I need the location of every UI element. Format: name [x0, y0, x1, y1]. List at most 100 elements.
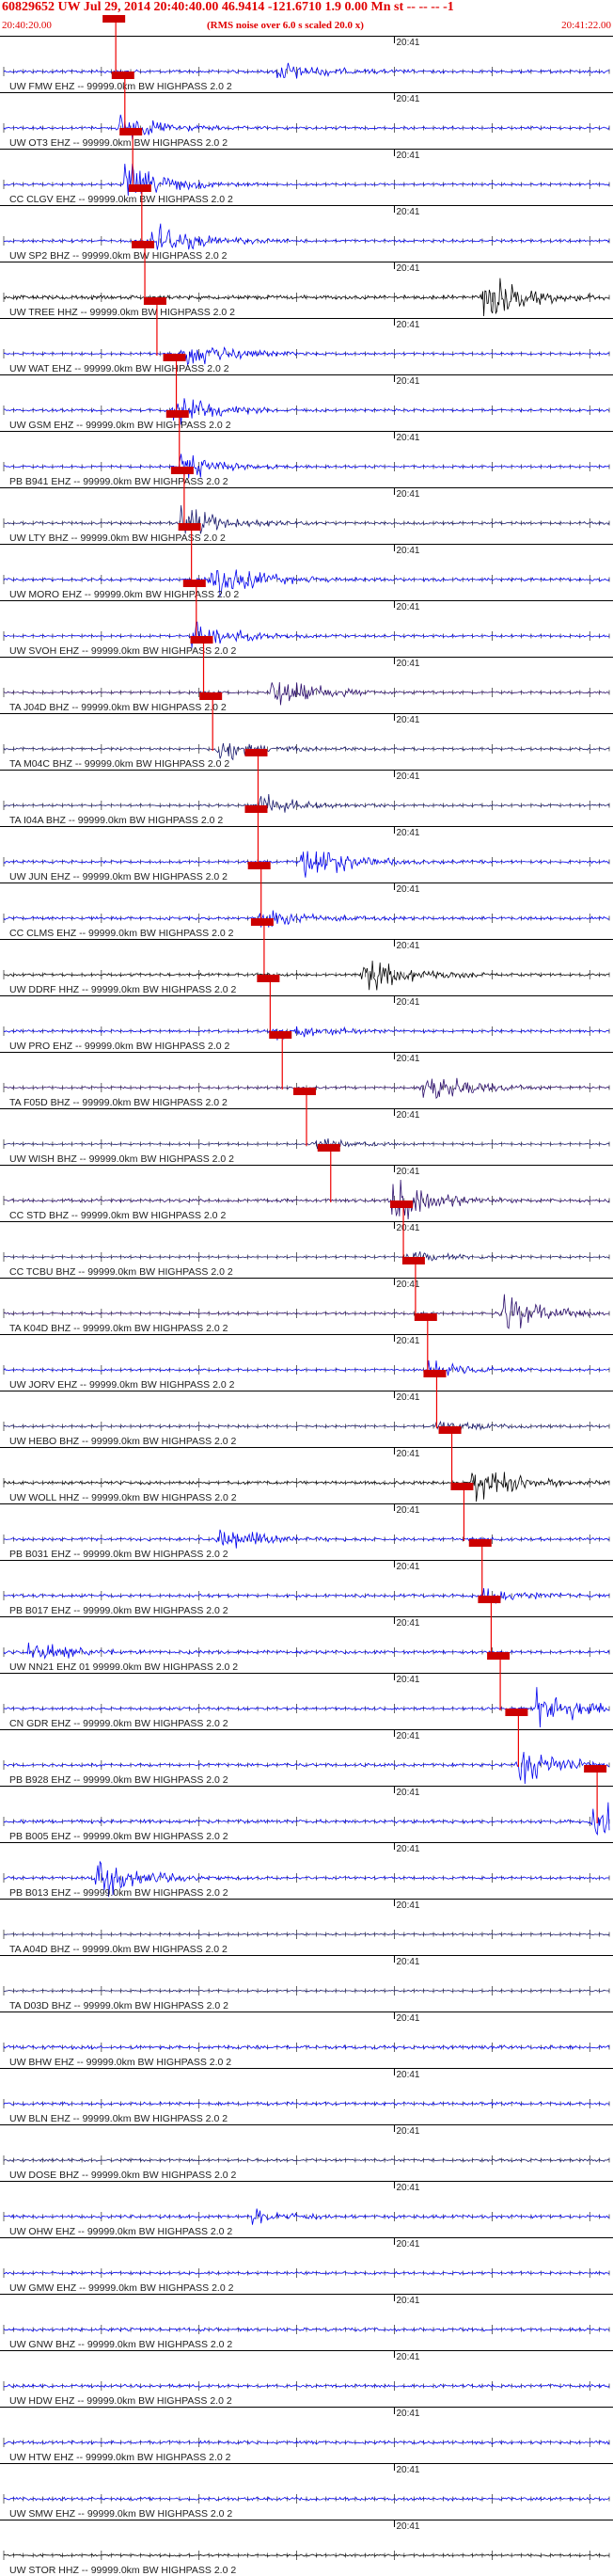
- minute-label: 20:41: [396, 546, 419, 556]
- minute-label: 20:41: [396, 376, 419, 387]
- trace-row: 20:41 UW SMW EHZ -- 99999.0km BW HIGHPASS…: [0, 2463, 613, 2520]
- station-label: PB B941 EHZ -- 99999.0km BW HIGHPASS 2.0…: [9, 476, 228, 487]
- minute-label: 20:41: [396, 151, 419, 161]
- pick-marker: [132, 241, 155, 248]
- station-label: UW PRO EHZ -- 99999.0km BW HIGHPASS 2.0 …: [9, 1041, 230, 1052]
- trace-row: 20:41 UW OHW EHZ -- 99999.0km BW HIGHPASS…: [0, 2181, 613, 2237]
- station-label: UW JORV EHZ -- 99999.0km BW HIGHPASS 2.0…: [9, 1379, 235, 1391]
- waveform: [3, 505, 610, 534]
- pick-marker: [401, 1257, 425, 1264]
- pick-marker: [293, 1088, 316, 1095]
- minute-label: 20:41: [396, 2409, 419, 2419]
- minute-label: 20:41: [396, 1675, 419, 1685]
- minute-label: 20:41: [396, 1449, 419, 1459]
- pick-marker: [143, 297, 166, 305]
- pick-marker: [317, 1144, 340, 1152]
- pick-marker: [250, 918, 274, 926]
- station-label: UW HEBO BHZ -- 99999.0km BW HIGHPASS 2.0…: [9, 1436, 237, 1447]
- minute-label: 20:41: [396, 263, 419, 274]
- station-label: TA K04D BHZ -- 99999.0km BW HIGHPASS 2.0…: [9, 1323, 228, 1334]
- pick-marker: [111, 72, 134, 79]
- minute-label: 20:41: [396, 320, 419, 330]
- minute-label: 20:41: [396, 2070, 419, 2080]
- trace-row: 20:41 TA D03D BHZ -- 99999.0km BW HIGHPAS…: [0, 1955, 613, 2012]
- trace-row: 20:41 UW GNW BHZ -- 99999.0km BW HIGHPASS…: [0, 2294, 613, 2350]
- minute-label: 20:41: [396, 1336, 419, 1346]
- station-label: PB B031 EHZ -- 99999.0km BW HIGHPASS 2.0…: [9, 1549, 228, 1560]
- station-label: UW OHW EHZ -- 99999.0km BW HIGHPASS 2.0 …: [9, 2226, 232, 2237]
- station-label: TA J04D BHZ -- 99999.0km BW HIGHPASS 2.0…: [9, 702, 227, 713]
- noise-note: (RMS noise over 6.0 s scaled 20.0 x): [207, 20, 364, 31]
- minute-label: 20:41: [396, 94, 419, 104]
- event-title: 60829652 UW Jul 29, 2014 20:40:40.00 46.…: [2, 0, 454, 14]
- station-label: UW GNW BHZ -- 99999.0km BW HIGHPASS 2.0 …: [9, 2339, 232, 2350]
- minute-label: 20:41: [396, 828, 419, 838]
- station-label: TA D03D BHZ -- 99999.0km BW HIGHPASS 2.0…: [9, 2000, 228, 2012]
- station-label: UW FMW EHZ -- 99999.0km BW HIGHPASS 2.0 …: [9, 81, 232, 92]
- trace-row: 20:41 UW HDW EHZ -- 99999.0km BW HIGHPASS…: [0, 2350, 613, 2407]
- pick-marker: [438, 1426, 462, 1434]
- trace-row: 20:41 UW STOR HHZ -- 99999.0km BW HIGHPAS…: [0, 2520, 613, 2576]
- station-label: UW SVOH EHZ -- 99999.0km BW HIGHPASS 2.0…: [9, 645, 237, 657]
- station-label: UW DOSE BHZ -- 99999.0km BW HIGHPASS 2.0…: [9, 2170, 237, 2181]
- waveform: [3, 1420, 610, 1432]
- pick-marker: [450, 1483, 474, 1490]
- pick-marker: [119, 128, 143, 135]
- station-label: PB B928 EHZ -- 99999.0km BW HIGHPASS 2.0…: [9, 1774, 228, 1786]
- station-label: PB B005 EHZ -- 99999.0km BW HIGHPASS 2.0…: [9, 1831, 228, 1842]
- pick-marker: [170, 467, 194, 474]
- pick-marker: [244, 805, 268, 813]
- pick-marker: [390, 1201, 414, 1208]
- station-label: UW NN21 EHZ 01 99999.0km BW HIGHPASS 2.0…: [9, 1662, 238, 1673]
- station-label: UW GSM EHZ -- 99999.0km BW HIGHPASS 2.0 …: [9, 420, 231, 431]
- minute-label: 20:41: [396, 941, 419, 951]
- waveform: [3, 1802, 610, 1837]
- waveform: [3, 163, 610, 197]
- minute-label: 20:41: [396, 2465, 419, 2475]
- pick-marker: [468, 1539, 492, 1547]
- trace-row: 20:41 UW BHW EHZ -- 99999.0km BW HIGHPASS…: [0, 2012, 613, 2068]
- minute-label: 20:41: [396, 1054, 419, 1064]
- station-label: TA A04D BHZ -- 99999.0km BW HIGHPASS 2.0…: [9, 1944, 228, 1955]
- pick-marker: [165, 410, 189, 418]
- trace-row: 20:41 UW DOSE BHZ -- 99999.0km BW HIGHPAS…: [0, 2124, 613, 2181]
- station-label: UW BHW EHZ -- 99999.0km BW HIGHPASS 2.0 …: [9, 2057, 231, 2068]
- station-label: TA M04C BHZ -- 99999.0km BW HIGHPASS 2.0…: [9, 758, 229, 770]
- station-label: PB B013 EHZ -- 99999.0km BW HIGHPASS 2.0…: [9, 1887, 228, 1899]
- pick-marker: [487, 1652, 511, 1660]
- minute-label: 20:41: [396, 489, 419, 500]
- station-label: UW BLN EHZ -- 99999.0km BW HIGHPASS 2.0 …: [9, 2113, 228, 2124]
- pick-marker: [163, 354, 186, 361]
- minute-label: 20:41: [396, 2521, 419, 2532]
- pick-marker: [478, 1596, 501, 1603]
- pick-marker: [244, 749, 268, 756]
- pick-marker: [199, 692, 223, 700]
- minute-label: 20:41: [396, 1788, 419, 1798]
- minute-label: 20:41: [396, 771, 419, 782]
- station-label: UW HTW EHZ -- 99999.0km BW HIGHPASS 2.0 …: [9, 2452, 231, 2463]
- pick-marker: [182, 580, 206, 587]
- minute-label: 20:41: [396, 1392, 419, 1403]
- minute-label: 20:41: [396, 1844, 419, 1854]
- station-label: CC CLGV EHZ -- 99999.0km BW HIGHPASS 2.0…: [9, 194, 233, 205]
- pick-marker: [190, 636, 213, 644]
- pick-marker: [584, 1765, 607, 1773]
- station-label: CC STD BHZ -- 99999.0km BW HIGHPASS 2.0 …: [9, 1210, 226, 1221]
- station-label: UW LTY BHZ -- 99999.0km BW HIGHPASS 2.0 …: [9, 533, 226, 544]
- minute-label: 20:41: [396, 2296, 419, 2306]
- station-label: UW STOR HHZ -- 99999.0km BW HIGHPASS 2.0…: [9, 2565, 236, 2576]
- station-label: UW DDRF HHZ -- 99999.0km BW HIGHPASS 2.0…: [9, 984, 237, 995]
- pick-marker: [178, 523, 201, 531]
- plot-header: 60829652 UW Jul 29, 2014 20:40:40.00 46.…: [0, 0, 613, 36]
- minute-label: 20:41: [396, 884, 419, 895]
- minute-label: 20:41: [396, 1900, 419, 1911]
- minute-label: 20:41: [396, 1110, 419, 1121]
- pick-marker: [423, 1370, 447, 1377]
- station-label: UW GMW EHZ -- 99999.0km BW HIGHPASS 2.0 …: [9, 2282, 234, 2294]
- station-label: UW SP2 BHZ -- 99999.0km BW HIGHPASS 2.0 …: [9, 250, 228, 262]
- trace-row: 20:41 PB B013 EHZ -- 99999.0km BW HIGHPAS…: [0, 1842, 613, 1899]
- waveform: [3, 1529, 610, 1549]
- station-label: UW SMW EHZ -- 99999.0km BW HIGHPASS 2.0 …: [9, 2508, 232, 2520]
- pick-marker: [269, 1031, 292, 1039]
- minute-label: 20:41: [396, 1618, 419, 1629]
